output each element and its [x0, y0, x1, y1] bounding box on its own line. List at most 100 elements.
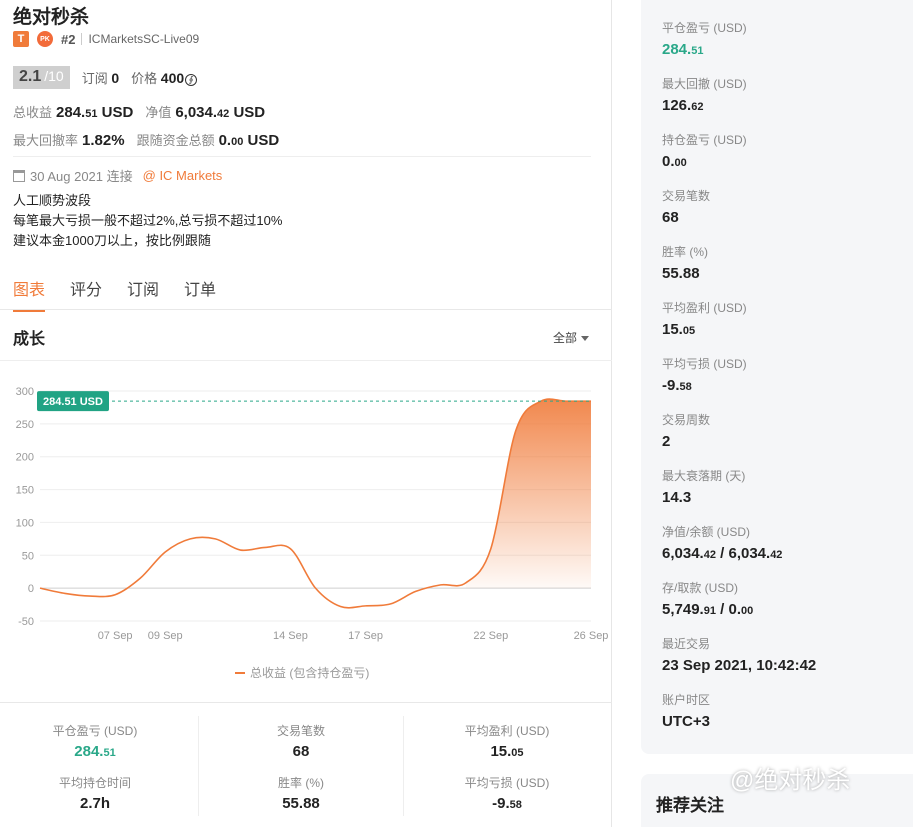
x-tick-label: 26 Sep: [574, 630, 609, 642]
divider: [13, 156, 591, 157]
stat-label: 胜率 (%): [662, 245, 708, 259]
follow-funds-label: 跟随资金总额: [136, 133, 215, 148]
drawdown-line: 最大回撤率 1.82% 跟随资金总额 0.00 USD: [13, 130, 279, 149]
stat-value: 15.05: [662, 321, 696, 338]
stat-value: 126.62: [662, 97, 704, 114]
chart-header-divider: [0, 360, 612, 361]
stat-label: 胜率 (%): [278, 776, 324, 790]
stat-value: -9.58: [662, 377, 692, 394]
stat-value: 0.00: [662, 153, 687, 170]
equity-label: 净值: [145, 105, 172, 120]
x-tick-label: 07 Sep: [98, 630, 133, 642]
calendar-icon: [13, 169, 25, 182]
total-profit-value: 284.51 USD: [56, 104, 134, 121]
rating-value: 2.1: [19, 68, 42, 85]
stat-label: 平均亏损 (USD): [464, 776, 550, 790]
stat-value: 284.51: [74, 743, 116, 760]
strategy-title: 绝对秒杀: [13, 7, 90, 28]
marker-label: 284.51 USD: [43, 396, 103, 408]
stat-item: 最近交易 23 Sep 2021, 10:42:42: [662, 635, 816, 674]
divider: [198, 716, 199, 816]
y-tick-label: 50: [22, 550, 34, 562]
description-line: 人工顺势波段: [13, 193, 92, 208]
y-tick-label: 200: [16, 452, 34, 464]
stat-label: 交易笔数: [662, 189, 711, 203]
price: 价格 400 ∮: [131, 68, 198, 87]
description-line: 每笔最大亏损一般不超过2%,总亏损不超过10%: [13, 213, 283, 228]
stat-item: 净值/余额 (USD) 6,034.42 / 6,034.42: [662, 523, 782, 562]
tab-bar: 图表 评分 订阅 订单: [13, 276, 241, 312]
stat-label: 交易周数: [662, 413, 711, 427]
stat-item: 交易笔数 68: [662, 187, 710, 226]
stat-value: 284.51: [662, 41, 704, 58]
rank-label: #2: [61, 31, 76, 47]
stat-item: 平仓盈亏 (USD) 284.51: [15, 722, 175, 760]
stat-label: 净值/余额 (USD): [662, 525, 750, 539]
stat-item: 交易笔数 68: [221, 722, 381, 760]
stat-item: 平均持仓时间 2.7h: [15, 774, 175, 812]
stat-label: 最大衰落期 (天): [662, 469, 746, 483]
connect-row: 30 Aug 2021 连接 @ IC Markets: [13, 166, 222, 185]
range-dropdown[interactable]: 全部: [553, 329, 590, 346]
score-row: 2.1 /10 订阅 0 价格 400 ∮: [13, 66, 198, 89]
stat-item: 最大衰落期 (天) 14.3: [662, 467, 745, 506]
profit-line: 总收益 284.51 USD 净值 6,034.42 USD: [13, 102, 265, 121]
stats-divider: [0, 702, 612, 703]
stat-label: 最大回撤 (USD): [662, 77, 747, 91]
tab-divider: [0, 309, 612, 310]
account-server: ICMarketsSC-Live09: [88, 32, 200, 46]
tab-orders[interactable]: 订单: [184, 276, 216, 312]
x-tick-label: 09 Sep: [148, 630, 183, 642]
y-tick-label: 300: [16, 386, 34, 398]
stat-label: 平仓盈亏 (USD): [662, 21, 747, 35]
y-tick-label: 250: [16, 419, 34, 431]
rating-badge: 2.1 /10: [13, 66, 70, 89]
stat-label: 存/取款 (USD): [662, 581, 738, 595]
stat-value: 55.88: [282, 795, 320, 812]
stat-label: 平均持仓时间: [58, 776, 131, 790]
stat-value: 6,034.42 / 6,034.42: [662, 545, 783, 562]
total-profit-label: 总收益: [13, 105, 53, 120]
stat-value: 2.7h: [79, 795, 110, 812]
stat-value: -9.58: [492, 795, 522, 812]
stat-value: 68: [662, 209, 679, 226]
stat-item: 平均亏损 (USD) -9.58: [662, 355, 747, 394]
tab-rating[interactable]: 评分: [70, 276, 102, 312]
stat-item: 账户时区 UTC+3: [662, 691, 710, 730]
growth-chart: 300 250 200 150 100 50 0 -50 07 Sep 09 Sep 14 Sep 1…: [16, 386, 609, 680]
stat-value: 15.05: [490, 743, 524, 760]
max-drawdown-label: 最大回撤率: [13, 133, 79, 148]
stat-label: 平均亏损 (USD): [662, 357, 747, 371]
stat-label: 最近交易: [662, 637, 711, 651]
stat-item: 最大回撤 (USD) 126.62: [662, 75, 747, 114]
broker-link[interactable]: @ IC Markets: [143, 168, 223, 183]
stat-item: 交易周数 2: [662, 411, 710, 450]
stat-item: 平均盈利 (USD) 15.05: [427, 722, 587, 760]
badge-row: T PK #2 ICMarketsSC-Live09: [13, 31, 199, 47]
rating-total: /10: [44, 68, 64, 84]
tab-subscribe[interactable]: 订阅: [127, 276, 159, 312]
tab-chart[interactable]: 图表: [13, 276, 46, 312]
x-tick-label: 17 Sep: [348, 630, 383, 642]
y-tick-label: 150: [16, 485, 34, 497]
stat-item: 平仓盈亏 (USD) 284.51: [662, 19, 747, 58]
stats-panel: 平仓盈亏 (USD) 284.51 最大回撤 (USD) 126.62 持仓盈亏 (US…: [641, 0, 913, 754]
stat-item: 平均亏损 (USD) -9.58: [427, 774, 587, 812]
stat-item: 存/取款 (USD) 5,749.91 / 0.00: [662, 579, 753, 618]
x-tick-label: 14 Sep: [273, 630, 308, 642]
stat-item: 胜率 (%) 55.88: [221, 774, 381, 812]
stat-value: 68: [292, 743, 310, 760]
divider: [81, 33, 83, 45]
pk-flame-icon: PK: [37, 31, 53, 47]
connect-date: 30 Aug 2021 连接: [30, 169, 133, 184]
subscriptions: 订阅 0: [81, 70, 120, 86]
coin-icon: ∮: [185, 73, 198, 86]
stat-label: 平均盈利 (USD): [662, 301, 747, 315]
divider: [403, 716, 404, 816]
stat-value: UTC+3: [662, 713, 710, 730]
stat-value: 2: [662, 433, 671, 450]
stat-label: 平均盈利 (USD): [464, 724, 550, 738]
series-area: [465, 399, 591, 589]
y-tick-label: 0: [28, 583, 34, 595]
stat-value: 5,749.91 / 0.00: [662, 601, 754, 618]
